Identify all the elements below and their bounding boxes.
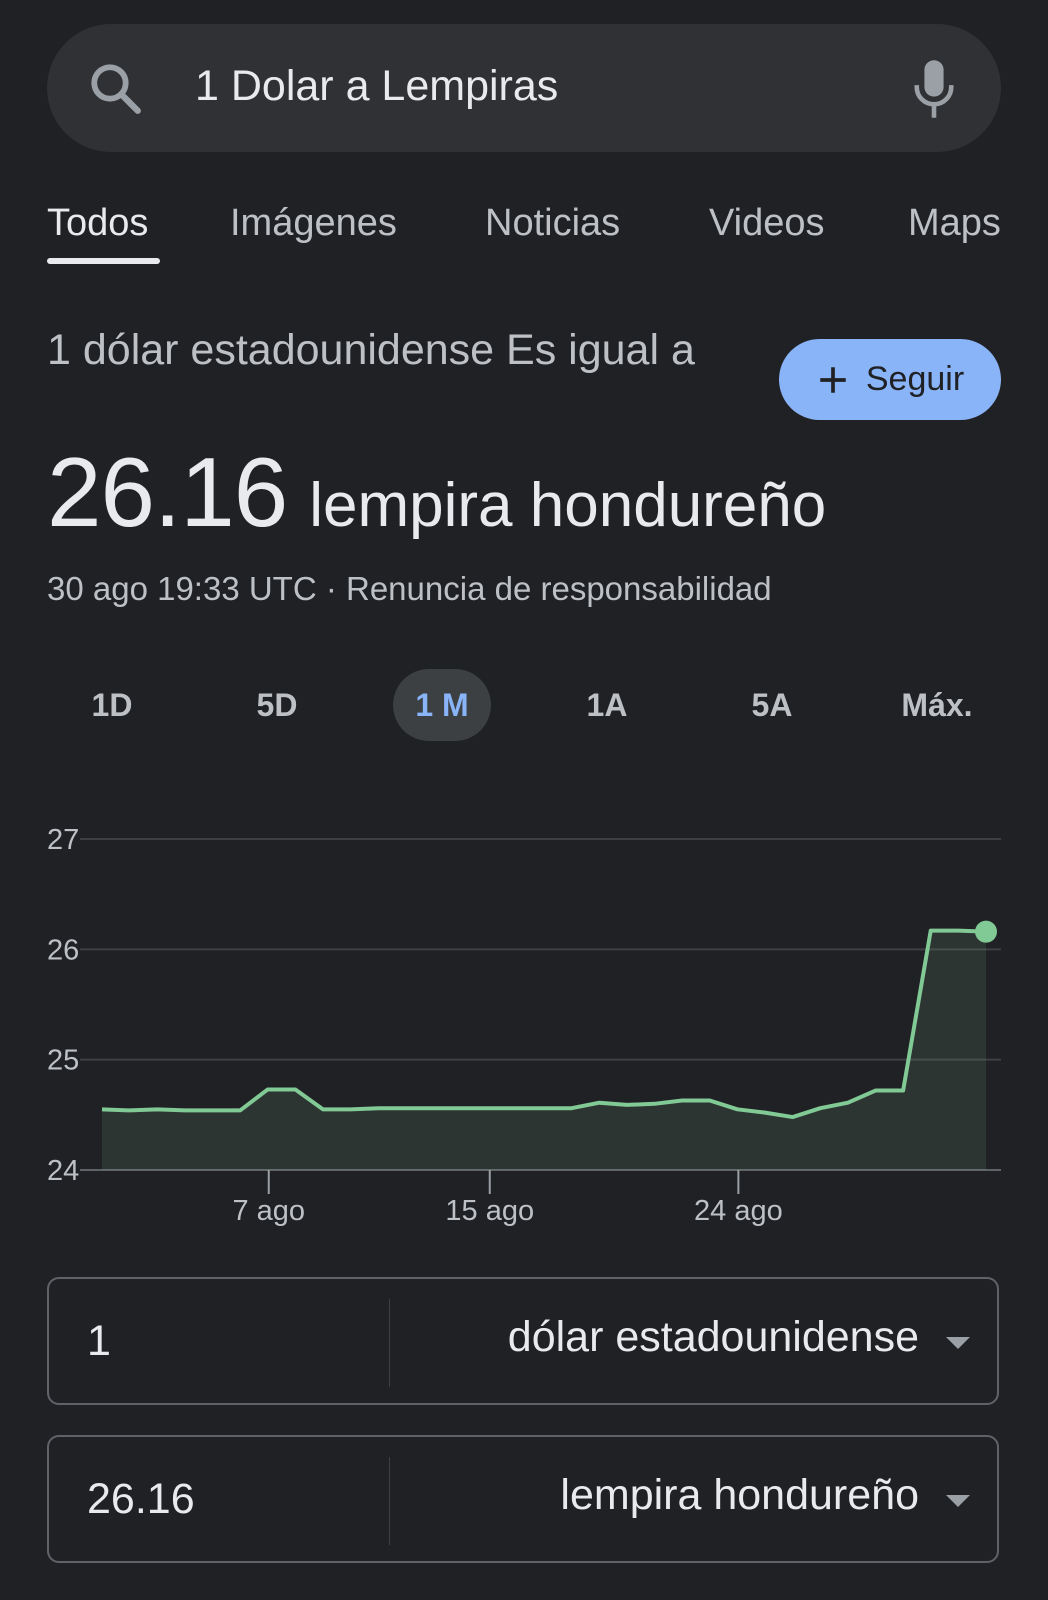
timestamp-line: 30 ago 19:33 UTC · Renuncia de responsab… [47, 570, 772, 608]
dropdown-arrow-icon[interactable] [945, 1335, 971, 1351]
range-1a[interactable]: 1A [557, 669, 657, 741]
range-1m[interactable]: 1 M [393, 669, 491, 741]
converter-divider [389, 1299, 390, 1387]
y-tick-label: 25 [47, 1045, 79, 1077]
range-selector: 1D 5D 1 M 1A 5A Máx. [0, 669, 1048, 741]
exchange-rate: 26.16 lempira hondureño [47, 436, 826, 549]
follow-button[interactable]: Seguir [779, 339, 1001, 420]
from-currency-select[interactable]: dólar estadounidense [508, 1313, 919, 1362]
converter-to: 26.16 lempira hondureño [47, 1435, 999, 1563]
search-tabs: Todos Imágenes Noticias Videos Maps [0, 196, 1048, 276]
converter-from: 1 dólar estadounidense [47, 1277, 999, 1405]
converter-divider [389, 1457, 390, 1545]
x-tick-label: 15 ago [445, 1195, 534, 1227]
active-tab-indicator [47, 258, 160, 264]
conversion-equals-text: 1 dólar estadounidense Es igual a [47, 326, 695, 374]
range-1d[interactable]: 1D [62, 669, 162, 741]
series-area [102, 930, 986, 1170]
separator-dot: · [316, 570, 346, 607]
range-5a[interactable]: 5A [722, 669, 822, 741]
series-line [101, 928, 987, 1120]
microphone-icon[interactable] [911, 58, 957, 120]
y-tick-label: 27 [47, 824, 79, 856]
y-tick-label: 24 [47, 1155, 79, 1187]
latest-point [975, 920, 997, 943]
search-bar[interactable]: 1 Dolar a Lempiras [47, 24, 1001, 152]
x-tick-label: 7 ago [232, 1195, 305, 1227]
disclaimer-link[interactable]: Renuncia de responsabilidad [346, 570, 772, 607]
chart-svg: 27 26 25 24 7 ago 15 ago 24 ago [47, 824, 1001, 1227]
rate-value: 26.16 [47, 437, 288, 547]
timestamp: 30 ago 19:33 UTC [47, 570, 317, 607]
y-tick-label: 26 [47, 934, 79, 966]
to-currency-select[interactable]: lempira hondureño [560, 1471, 919, 1520]
tab-videos[interactable]: Videos [709, 202, 825, 245]
dropdown-arrow-icon[interactable] [945, 1493, 971, 1509]
exchange-rate-chart[interactable]: 27 26 25 24 7 ago 15 ago 24 ago [0, 790, 1048, 1250]
tab-maps[interactable]: Maps [908, 202, 1001, 245]
tab-noticias[interactable]: Noticias [485, 202, 620, 245]
tab-todos[interactable]: Todos [47, 202, 148, 245]
x-tick-label: 24 ago [694, 1195, 783, 1227]
search-icon[interactable] [87, 60, 145, 118]
rate-currency: lempira hondureño [309, 471, 827, 540]
range-5d[interactable]: 5D [227, 669, 327, 741]
tab-imagenes[interactable]: Imágenes [230, 202, 397, 245]
to-amount-input[interactable]: 26.16 [87, 1475, 195, 1524]
from-amount-input[interactable]: 1 [87, 1317, 111, 1366]
plus-icon [820, 366, 846, 393]
range-max[interactable]: Máx. [887, 669, 987, 741]
follow-label: Seguir [865, 360, 965, 398]
search-input[interactable]: 1 Dolar a Lempiras [195, 62, 558, 111]
